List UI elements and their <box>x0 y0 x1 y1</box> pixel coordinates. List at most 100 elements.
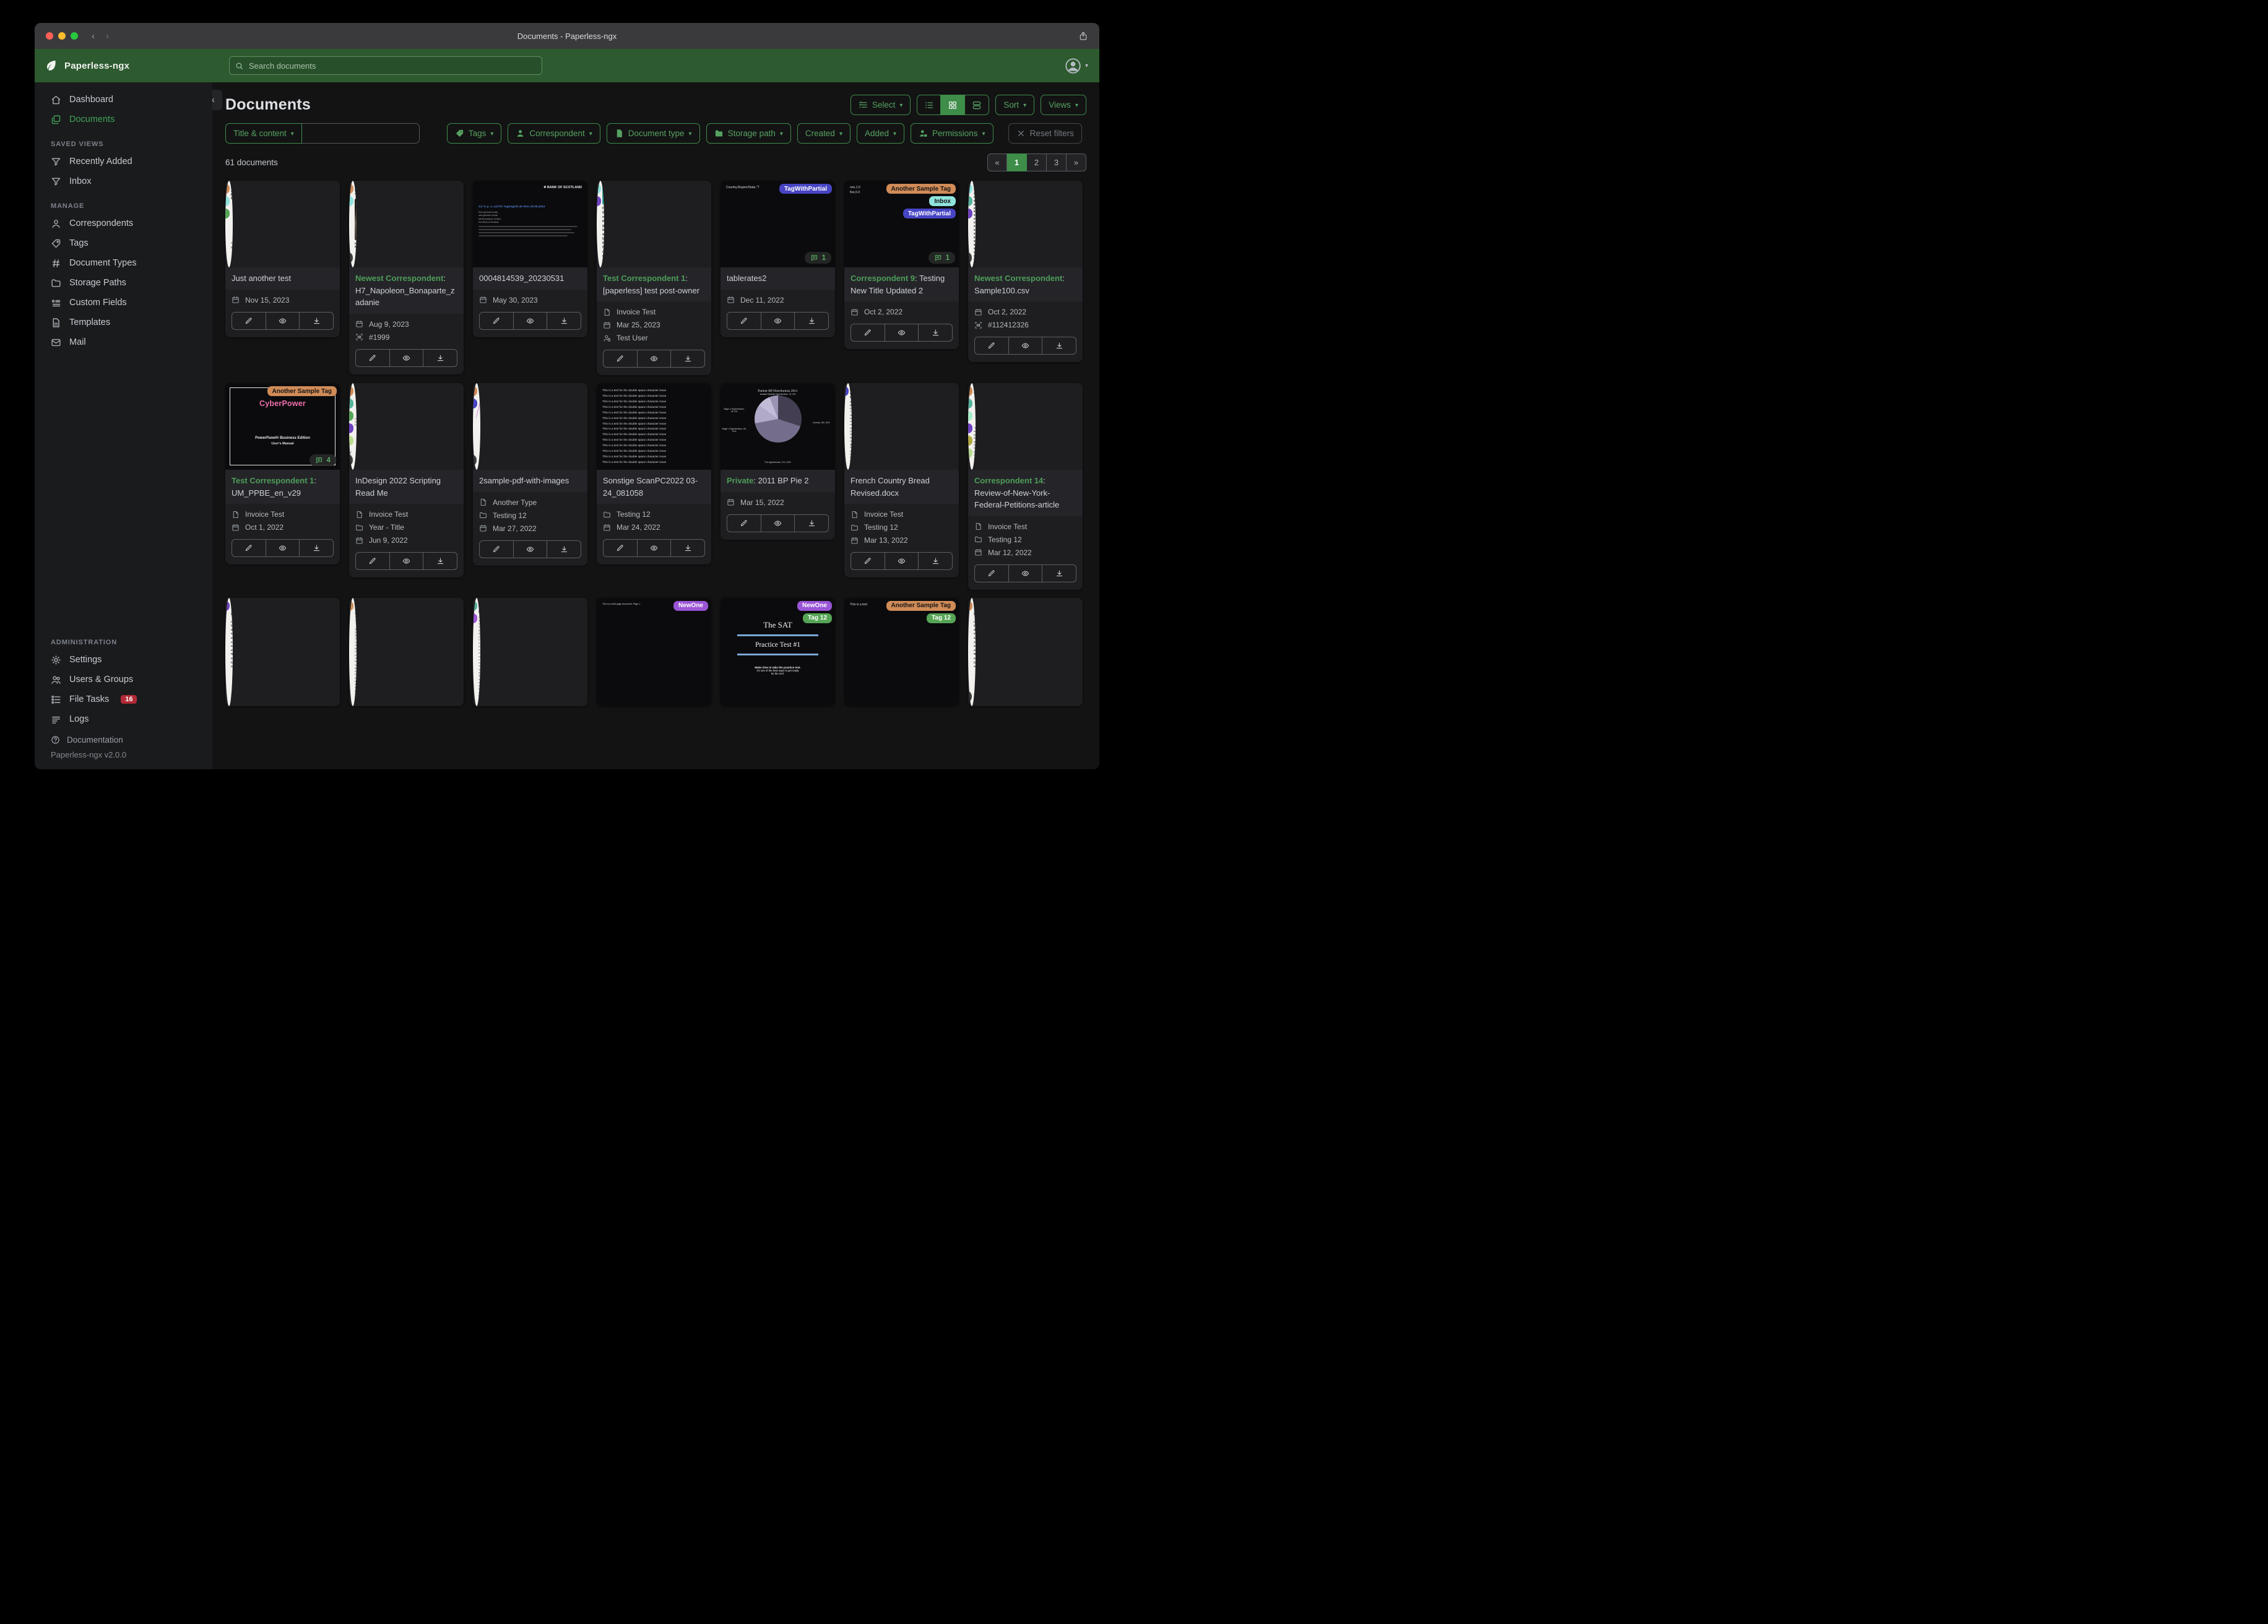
document-card[interactable]: ■■ Test Name123-456-7890January 2, 2022J… <box>349 597 464 706</box>
view-button[interactable] <box>1008 564 1043 582</box>
edit-button[interactable] <box>603 350 638 368</box>
document-title[interactable]: Test Correspondent 1: [paperless] test p… <box>597 267 711 301</box>
correspondent-link[interactable]: Correspondent 9 <box>850 274 915 283</box>
document-card[interactable]: Patient BP Distribution 2011 Isolated Sys… <box>721 383 835 540</box>
page-button-1[interactable]: 1 <box>1007 153 1027 171</box>
user-menu[interactable]: ▾ <box>1065 58 1088 74</box>
document-thumbnail[interactable]: Patient BP Distribution 2011 Isolated Sys… <box>721 383 835 470</box>
document-thumbnail[interactable]: Country,Region/State,"T TagWithPartial 1 <box>721 181 835 267</box>
reset-filters-button[interactable]: Reset filters <box>1008 123 1082 144</box>
tag-pill[interactable]: Just another tag <box>968 399 972 408</box>
download-button[interactable] <box>795 514 829 532</box>
tag-pill[interactable]: Another Sample Tag <box>225 184 230 194</box>
search-input[interactable] <box>248 60 536 71</box>
download-button[interactable] <box>671 350 706 368</box>
view-button[interactable] <box>637 539 672 557</box>
sidebar-item-file-tasks[interactable]: File Tasks 16 <box>35 689 212 709</box>
document-thumbnail[interactable]: one,1.0 five,5.0 Another Sample Tag Inbox T… <box>844 181 959 267</box>
filter-text-input[interactable] <box>301 123 420 144</box>
correspondent-link[interactable]: Test Correspondent 1 <box>232 476 314 485</box>
sidebar-item-recently-added[interactable]: Recently Added <box>35 152 212 171</box>
document-card[interactable]: This is a test for the double space char… <box>597 383 711 564</box>
document-thumbnail[interactable]: The SAT Practice Test #1 Make time to take… <box>721 597 835 706</box>
tag-pill[interactable]: NewOne <box>473 613 477 623</box>
document-title[interactable]: 0004814539_20230531 <box>473 267 587 290</box>
document-thumbnail[interactable]: Lorem ipsumLorem ipsum dolor sit amet, c… <box>968 597 976 706</box>
comment-count-badge[interactable]: 1 <box>804 252 831 264</box>
tag-pill[interactable]: Inbox <box>929 196 956 206</box>
tag-pill[interactable]: Inbox <box>968 184 972 194</box>
document-title[interactable]: Sonstige ScanPC2022 03-24_081058 <box>597 470 711 504</box>
document-card[interactable]: This is a multi page document. Page 1. Ne… <box>597 597 711 706</box>
edit-button[interactable] <box>850 324 885 342</box>
document-thumbnail[interactable]: MEDICAL TEACHERMedical TeacherHas the ne… <box>597 181 604 267</box>
document-title[interactable]: 2sample-pdf-with-images <box>473 470 587 492</box>
document-thumbnail[interactable]: Boundary Waters TripAnother Sample TagTa… <box>473 383 480 470</box>
back-icon[interactable]: ‹ <box>92 31 95 41</box>
sidebar-item-correspondents[interactable]: Correspondents <box>35 214 212 233</box>
download-button[interactable] <box>300 311 334 330</box>
edit-button[interactable] <box>974 564 1009 582</box>
sidebar-item-settings[interactable]: Settings <box>35 650 212 670</box>
edit-button[interactable] <box>727 514 761 532</box>
sidebar-item-users-groups[interactable]: Users & Groups <box>35 670 212 689</box>
document-title[interactable]: Just another test <box>225 267 340 290</box>
close-window-button[interactable] <box>46 32 53 40</box>
tag-pill[interactable]: Tag 3 <box>349 436 353 446</box>
document-title[interactable]: Newest Correspondent: H7_Napoleon_Bonapa… <box>349 267 464 314</box>
tag-pill[interactable]: Tag 2 <box>225 600 230 611</box>
tag-pill[interactable]: Tag 3 <box>968 448 972 458</box>
correspondent-link[interactable]: Test Correspondent 1 <box>603 274 685 283</box>
document-thumbnail[interactable]: Adobe Acrobat PDF FilesCupcake ipsumAnot… <box>225 181 233 267</box>
view-button[interactable] <box>266 311 300 330</box>
forward-icon[interactable]: › <box>106 31 109 41</box>
tag-pill[interactable]: Inbox <box>349 196 353 206</box>
document-thumbnail[interactable]: Lorem ipsumLorem ipsum dolor sit amet, c… <box>225 597 233 706</box>
share-icon[interactable] <box>1078 31 1088 41</box>
document-thumbnail[interactable]: Review of“The average time from petition… <box>968 383 976 470</box>
document-title[interactable]: Correspondent 14: Review-of-New-York-Fed… <box>968 470 1083 516</box>
comment-count-badge[interactable]: 4 <box>309 454 336 466</box>
edit-button[interactable] <box>479 311 514 330</box>
document-title[interactable]: tablerates2 <box>721 267 835 290</box>
download-button[interactable] <box>547 540 582 558</box>
document-card[interactable]: Adobe Acrobat PDF FilesCupcake ipsumAnot… <box>225 181 340 337</box>
document-thumbnail[interactable]: Serial Number,Company Name,Employe978818… <box>968 181 976 267</box>
zoom-window-button[interactable] <box>71 32 78 40</box>
tag-pill[interactable]: Just another tag <box>349 399 353 408</box>
document-title[interactable]: French Country Bread Revised.docx <box>844 470 959 504</box>
document-card[interactable]: Lorem ipsumLorem ipsum dolor sit amet, c… <box>225 597 340 706</box>
sidebar-item-templates[interactable]: Templates <box>35 313 212 332</box>
document-card[interactable]: Serial Number,Company Name,Employe978818… <box>968 181 1083 362</box>
document-thumbnail[interactable]: CyberPower PowerPanel® Business Edition Us… <box>225 383 340 470</box>
page-button-3[interactable]: 3 <box>1047 153 1067 171</box>
page-button-«[interactable]: « <box>987 153 1007 171</box>
document-thumbnail[interactable]: This is a test Another Sample Tag Tag 12 <box>844 597 959 706</box>
document-card[interactable]: Contact Sheet DemoGiven a set of image f… <box>473 597 587 706</box>
view-button[interactable] <box>389 552 424 570</box>
tag-pill[interactable]: Tag 222 <box>968 436 972 446</box>
tag-pill[interactable]: Another Sample Tag <box>473 386 477 396</box>
tag-pill[interactable]: Tag 12 <box>927 613 956 623</box>
permissions-filter-button[interactable]: Permissions ▾ <box>911 123 993 144</box>
document-card[interactable]: Francja pod rNAPOLEON BONAPARTEAnother S… <box>349 181 464 374</box>
grid-view-button[interactable] <box>941 95 966 115</box>
edit-button[interactable] <box>355 552 390 570</box>
view-button[interactable] <box>389 348 424 367</box>
document-thumbnail[interactable]: Contact Sheet DemoGiven a set of image f… <box>473 597 480 706</box>
document-thumbnail[interactable]: Francja pod rNAPOLEON BONAPARTEAnother S… <box>349 181 357 267</box>
view-button[interactable] <box>637 350 672 368</box>
list-view-button[interactable] <box>917 95 941 115</box>
tag-pill[interactable]: Tag 2 <box>597 196 601 206</box>
download-button[interactable] <box>1042 564 1077 582</box>
edit-button[interactable] <box>479 540 514 558</box>
documentation-link[interactable]: Documentation <box>51 735 212 745</box>
sidebar-item-documents[interactable]: Documents <box>35 110 212 129</box>
sidebar-item-mail[interactable]: Mail <box>35 332 212 352</box>
tag-pill[interactable]: Tag 2 <box>968 423 972 433</box>
created-filter-button[interactable]: Created ▾ <box>797 123 850 144</box>
edit-button[interactable] <box>232 311 266 330</box>
document-thumbnail[interactable]: This is a test for the double space char… <box>597 383 711 470</box>
document-card[interactable]: This is a test Another Sample Tag Tag 12 <box>844 597 959 706</box>
storage-path-filter-button[interactable]: Storage path ▾ <box>706 123 791 144</box>
